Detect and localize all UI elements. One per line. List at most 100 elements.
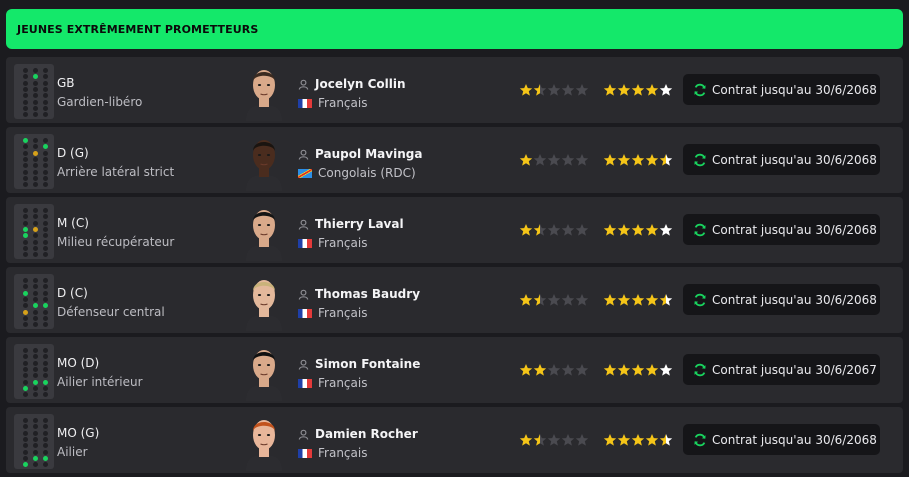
player-role: Arrière latéral strict (57, 165, 175, 179)
star-icon (659, 434, 673, 446)
contract-badge[interactable]: Contrat jusqu'au 30/6/2068 (683, 74, 880, 105)
position-dot (43, 278, 48, 283)
position-dot (33, 366, 38, 372)
potential-ability-stars (603, 153, 673, 167)
person-icon (298, 219, 309, 230)
flag-icon (298, 98, 312, 108)
position-dot (33, 309, 38, 315)
position-dot (43, 284, 48, 290)
position-dot (43, 455, 48, 461)
star-icon (547, 224, 561, 236)
position-pitch-icon (14, 204, 54, 259)
player-role: Gardien-libéro (57, 95, 143, 109)
position-dot (33, 169, 38, 175)
potential-ability-stars (603, 83, 673, 97)
star-icon (561, 294, 575, 306)
star-icon (519, 224, 533, 236)
flag-icon (298, 448, 312, 458)
position-dot (23, 99, 28, 105)
position-dot (23, 424, 28, 430)
potential-ability-stars (603, 223, 673, 237)
player-role: Ailier intérieur (57, 375, 143, 389)
player-row[interactable]: MO (D) Ailier intérieur Simon Fontaine F… (6, 337, 903, 403)
refresh-icon (694, 433, 706, 446)
person-icon (298, 149, 309, 160)
player-portrait[interactable] (244, 131, 284, 191)
player-name-link[interactable]: Paupol Mavinga (315, 147, 422, 161)
star-icon (659, 294, 673, 306)
player-portrait[interactable] (244, 201, 284, 261)
player-portrait[interactable] (244, 341, 284, 401)
current-ability-stars (519, 433, 589, 447)
star-icon (631, 364, 645, 376)
position-pitch-icon (14, 344, 54, 399)
flag-icon (298, 238, 312, 248)
current-ability-stars (519, 83, 589, 97)
potential-ability-stars (603, 433, 673, 447)
position-dot (43, 163, 48, 169)
position-dot (23, 315, 28, 321)
contract-text: Contrat jusqu'au 30/6/2068 (712, 82, 877, 97)
position-dot (43, 322, 48, 328)
player-row[interactable]: M (C) Milieu récupérateur Thierry Laval … (6, 197, 903, 263)
player-row[interactable]: D (C) Défenseur central Thomas Baudry Fr… (6, 267, 903, 333)
star-icon (533, 364, 547, 376)
potential-ability-stars (603, 293, 673, 307)
star-icon (519, 364, 533, 376)
position-dot (33, 105, 38, 111)
player-row[interactable]: MO (G) Ailier Damien Rocher Français Con… (6, 407, 903, 473)
player-nationality: Français (318, 96, 368, 110)
star-icon (645, 434, 659, 446)
position-dot (33, 322, 38, 328)
star-icon (617, 364, 631, 376)
player-row[interactable]: D (G) Arrière latéral strict Paupol Mavi… (6, 127, 903, 193)
star-icon (519, 84, 533, 96)
position-dot (23, 443, 28, 449)
current-ability-stars (519, 223, 589, 237)
position-code: MO (D) (57, 356, 100, 370)
contract-text: Contrat jusqu'au 30/6/2068 (712, 292, 877, 307)
person-icon (298, 429, 309, 440)
star-icon (645, 154, 659, 166)
contract-badge[interactable]: Contrat jusqu'au 30/6/2068 (683, 144, 880, 175)
contract-text: Contrat jusqu'au 30/6/2068 (712, 432, 877, 447)
position-dot (23, 418, 28, 423)
player-name-link[interactable]: Simon Fontaine (315, 357, 420, 371)
position-dot (43, 430, 48, 436)
player-name-link[interactable]: Damien Rocher (315, 427, 418, 441)
contract-badge[interactable]: Contrat jusqu'au 30/6/2068 (683, 214, 880, 245)
player-name-link[interactable]: Thomas Baudry (315, 287, 420, 301)
position-dot (43, 86, 48, 92)
position-dot (33, 443, 38, 449)
contract-badge[interactable]: Contrat jusqu'au 30/6/2068 (683, 284, 880, 315)
position-dot (33, 373, 38, 379)
player-name-link[interactable]: Thierry Laval (315, 217, 404, 231)
position-dot (23, 278, 28, 283)
contract-badge[interactable]: Contrat jusqu'au 30/6/2067 (683, 354, 880, 385)
player-name-link[interactable]: Jocelyn Collin (315, 77, 406, 91)
position-dot (33, 245, 38, 251)
position-code: M (C) (57, 216, 89, 230)
star-icon (617, 434, 631, 446)
potential-ability-stars (603, 363, 673, 377)
star-icon (575, 294, 589, 306)
player-list: GB Gardien-libéro Jocelyn Collin Françai… (6, 57, 903, 477)
position-dot (43, 366, 48, 372)
player-portrait[interactable] (244, 411, 284, 471)
position-dot (33, 385, 38, 391)
player-portrait[interactable] (244, 61, 284, 121)
player-portrait[interactable] (244, 271, 284, 331)
position-dot (43, 182, 48, 188)
position-dot (23, 163, 28, 169)
player-row[interactable]: GB Gardien-libéro Jocelyn Collin Françai… (6, 57, 903, 123)
position-dot (43, 93, 48, 99)
contract-badge[interactable]: Contrat jusqu'au 30/6/2068 (683, 424, 880, 455)
position-pitch-icon (14, 64, 54, 119)
position-dot (23, 182, 28, 188)
position-dot (23, 86, 28, 92)
position-dot (33, 208, 38, 213)
position-dot (23, 290, 28, 296)
position-dot (33, 68, 38, 73)
position-dot (23, 430, 28, 436)
position-dot (33, 144, 38, 150)
